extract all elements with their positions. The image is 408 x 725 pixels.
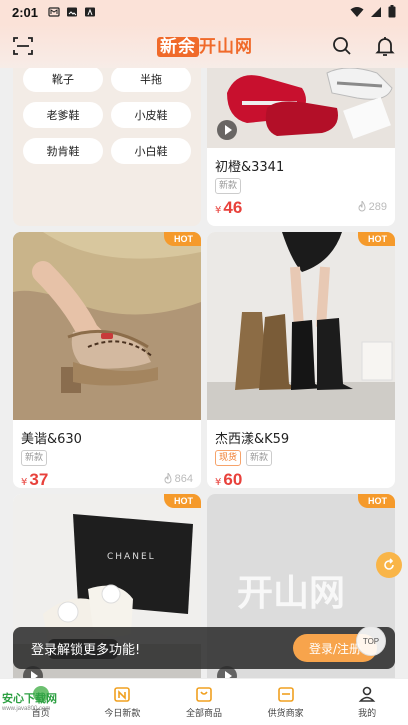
nav-label: 我的 [358,709,377,719]
tag-in-stock: 现货 [215,450,242,466]
category-pill[interactable]: 小白鞋 [111,138,191,164]
floating-refresh-button[interactable] [376,552,402,578]
product-name: 初橙&3341 [215,160,285,175]
hot-badge: HOT [164,232,201,246]
logo-text-b: 开山网 [199,37,253,57]
watermark-url: www.java800.com [2,706,51,712]
tag-new: 新款 [21,450,48,466]
product-card[interactable]: HOT 杰西漾&K59 现货 新款 ¥ 60 [207,232,395,488]
currency-symbol: ¥ [21,477,28,488]
product-tags: 新款 [207,175,395,194]
calendar-new-icon [114,687,131,702]
popularity-count: 864 [174,473,193,485]
nav-label: 今日新款 [104,709,141,719]
user-icon [358,686,376,702]
battery-icon [388,3,396,22]
category-card: 靴子 半拖 老爹鞋 小皮鞋 勃肯鞋 小白鞋 [13,68,201,226]
nav-item-all-products[interactable]: 全部商品 [163,679,245,725]
wifi-icon [350,3,364,22]
refresh-icon [384,558,394,570]
hot-badge: HOT [358,494,395,508]
product-tags: 新款 [13,447,201,466]
bag-icon [196,687,212,702]
nav-label: 全部商品 [185,709,222,719]
category-pill[interactable]: 小皮鞋 [111,102,191,128]
category-pill[interactable]: 勃肯鞋 [23,138,103,164]
product-card[interactable]: 初橙&3341 新款 ¥ 46 289 [207,68,395,226]
flame-icon [358,201,366,212]
notification-a-icon [84,3,96,22]
product-price: 60 [223,470,243,488]
tag-new: 新款 [215,178,242,194]
signal-icon [370,3,382,22]
status-time: 2:01 [12,4,39,20]
price-row: ¥ 37 864 [13,466,201,488]
tag-new: 新款 [246,450,273,466]
popularity: 289 [357,201,387,213]
store-icon [277,687,294,702]
bell-icon[interactable] [373,34,397,58]
hot-badge: HOT [164,494,201,508]
hot-badge: HOT [358,232,395,246]
app-header: 新余 开山网 [0,24,408,68]
app-logo: 新余 开山网 [157,32,253,57]
flame-icon [164,473,172,484]
back-to-top-button[interactable]: TOP [356,626,386,656]
product-image[interactable]: HOT [207,232,395,420]
image-watermark: 开山网 [237,573,346,614]
product-card[interactable]: HOT 美谐&630 新款 ¥ 37 864 [13,232,201,488]
bottom-nav: 首页 今日新款 全部商品 供货商家 我的 [0,678,408,725]
product-price: 46 [223,198,243,217]
product-price: 37 [29,470,49,488]
banner-text: 登录解锁更多功能! [31,642,141,658]
status-bar: 2:01 [0,0,408,24]
nav-item-today-new[interactable]: 今日新款 [82,679,164,725]
category-pill[interactable]: 靴子 [23,68,103,92]
product-image[interactable] [207,68,395,148]
popularity: 864 [163,473,193,485]
search-icon[interactable] [330,34,354,58]
login-banner: 登录解锁更多功能! 登录/注册 [13,627,395,669]
nav-item-suppliers[interactable]: 供货商家 [245,679,327,725]
product-feed[interactable]: 靴子 半拖 老爹鞋 小皮鞋 勃肯鞋 小白鞋 初橙&3341 新款 ¥ 46 28… [0,68,408,678]
currency-symbol: ¥ [215,477,222,488]
logo-text-a: 新余 [157,37,199,57]
price-row: ¥ 46 289 [207,194,395,218]
product-name: 杰西漾&K59 [215,432,290,447]
product-tags: 现货 新款 [207,447,395,466]
category-pill[interactable]: 半拖 [111,68,191,92]
brand-text: CHANEL [107,552,156,562]
price-row: ¥ 60 [207,466,395,488]
scan-icon[interactable] [11,34,35,58]
back-to-top-label: TOP [362,636,380,646]
site-watermark: 安心下载网 www.java800.com [2,690,57,712]
popularity-count: 289 [368,201,387,213]
watermark-title: 安心下载网 [2,692,57,705]
video-play-icon[interactable] [217,120,237,140]
notification-m-icon [48,3,60,22]
product-image[interactable]: HOT [13,232,201,420]
nav-item-mine[interactable]: 我的 [326,679,408,725]
notification-image-icon [66,3,78,22]
category-pill[interactable]: 老爹鞋 [23,102,103,128]
nav-label: 供货商家 [267,709,304,719]
product-name: 美谐&630 [21,432,82,447]
currency-symbol: ¥ [215,205,222,216]
